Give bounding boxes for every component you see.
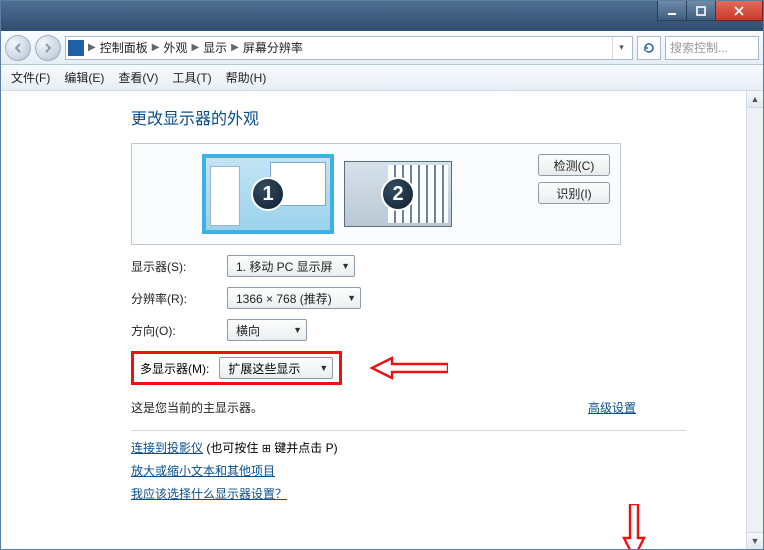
- display-value: 1. 移动 PC 显示屏: [236, 258, 333, 275]
- breadcrumb-item[interactable]: 显示: [203, 39, 227, 56]
- scrollbar[interactable]: ▲ ▼: [746, 91, 763, 549]
- content-area: 更改显示器的外观 1 2 检测(C) 识别(I) 显示器(S):: [1, 91, 746, 549]
- arrow-right-icon: [42, 42, 54, 54]
- annotation-arrow-left-icon: [370, 356, 448, 380]
- which-setting-link[interactable]: 我应该选择什么显示器设置？: [131, 485, 746, 502]
- scroll-down-icon[interactable]: ▼: [747, 532, 763, 549]
- back-button[interactable]: [5, 35, 31, 61]
- control-panel-icon: [68, 40, 84, 56]
- menu-tools[interactable]: 工具(T): [172, 69, 211, 86]
- monitor-1-badge: 1: [251, 177, 285, 211]
- windows-key-icon: ⊞: [262, 443, 271, 455]
- menu-file[interactable]: 文件(F): [11, 69, 50, 86]
- resolution-label: 分辨率(R):: [131, 290, 213, 307]
- row-resolution: 分辨率(R): 1366 × 768 (推荐) ▼: [131, 287, 746, 309]
- chevron-right-icon: ▶: [231, 42, 239, 53]
- row-display: 显示器(S): 1. 移动 PC 显示屏 ▼: [131, 255, 746, 277]
- arrow-left-icon: [12, 42, 24, 54]
- display-combobox[interactable]: 1. 移动 PC 显示屏 ▼: [227, 255, 355, 277]
- resolution-value: 1366 × 768 (推荐): [236, 290, 332, 307]
- close-icon: [733, 5, 745, 17]
- breadcrumb-item[interactable]: 外观: [163, 39, 187, 56]
- multi-display-value: 扩展这些显示: [228, 360, 300, 377]
- multi-display-combobox[interactable]: 扩展这些显示 ▼: [219, 357, 333, 379]
- menu-help[interactable]: 帮助(H): [226, 69, 267, 86]
- refresh-icon: [642, 41, 656, 55]
- advanced-settings-link[interactable]: 高级设置: [588, 399, 636, 416]
- display-label: 显示器(S):: [131, 258, 213, 275]
- primary-display-text: 这是您当前的主显示器。: [131, 399, 263, 416]
- resolution-combobox[interactable]: 1366 × 768 (推荐) ▼: [227, 287, 361, 309]
- projector-link[interactable]: 连接到投影仪: [131, 441, 203, 455]
- identify-button[interactable]: 识别(I): [538, 182, 610, 204]
- chevron-right-icon: ▶: [191, 42, 199, 53]
- close-button[interactable]: [715, 1, 763, 21]
- titlebar: [1, 1, 763, 31]
- address-dropdown[interactable]: ▾: [612, 37, 630, 59]
- orientation-label: 方向(O):: [131, 322, 213, 339]
- chevron-right-icon: ▶: [88, 42, 96, 53]
- projector-hint-b: 键并点击 P): [274, 441, 337, 455]
- refresh-button[interactable]: [637, 36, 661, 60]
- minimize-button[interactable]: [657, 1, 687, 21]
- breadcrumb-item[interactable]: 屏幕分辨率: [243, 39, 303, 56]
- orientation-combobox[interactable]: 横向 ▼: [227, 319, 307, 341]
- navbar: ▶ 控制面板 ▶ 外观 ▶ 显示 ▶ 屏幕分辨率 ▾ 搜索控制...: [1, 31, 763, 65]
- minimize-icon: [666, 5, 678, 17]
- window-frame: ▶ 控制面板 ▶ 外观 ▶ 显示 ▶ 屏幕分辨率 ▾ 搜索控制... 文件(F)…: [0, 0, 764, 550]
- forward-button[interactable]: [35, 35, 61, 61]
- scroll-up-icon[interactable]: ▲: [747, 91, 763, 108]
- search-placeholder: 搜索控制...: [670, 39, 728, 56]
- menu-edit[interactable]: 编辑(E): [64, 69, 104, 86]
- projector-hint-a: (也可按住: [206, 441, 261, 455]
- monitor-2[interactable]: 2: [344, 161, 452, 227]
- preview-side-buttons: 检测(C) 识别(I): [538, 154, 610, 204]
- display-preview: 1 2 检测(C) 识别(I): [131, 143, 621, 245]
- scroll-track[interactable]: [747, 108, 763, 532]
- separator: [131, 430, 686, 431]
- search-input[interactable]: 搜索控制...: [665, 36, 759, 60]
- chevron-down-icon: ▼: [347, 293, 356, 303]
- chevron-down-icon: ▼: [293, 325, 302, 335]
- multi-display-label: 多显示器(M):: [140, 360, 209, 377]
- chevron-down-icon: ▼: [319, 363, 328, 373]
- text-size-link[interactable]: 放大或缩小文本和其他项目: [131, 462, 746, 479]
- orientation-value: 横向: [236, 322, 260, 339]
- preview-window-icon: [210, 166, 240, 226]
- detect-button[interactable]: 检测(C): [538, 154, 610, 176]
- monitor-2-badge: 2: [381, 177, 415, 211]
- menubar: 文件(F) 编辑(E) 查看(V) 工具(T) 帮助(H): [1, 65, 763, 91]
- monitor-1[interactable]: 1: [202, 154, 334, 234]
- maximize-icon: [695, 5, 707, 17]
- row-orientation: 方向(O): 横向 ▼: [131, 319, 746, 341]
- page-title: 更改显示器的外观: [131, 105, 746, 129]
- highlight-multi-display: 多显示器(M): 扩展这些显示 ▼: [131, 351, 342, 385]
- content-wrap: 更改显示器的外观 1 2 检测(C) 识别(I) 显示器(S):: [1, 91, 763, 549]
- annotation-arrow-down-icon: [622, 504, 646, 549]
- maximize-button[interactable]: [686, 1, 716, 21]
- chevron-down-icon: ▼: [341, 261, 350, 271]
- menu-view[interactable]: 查看(V): [118, 69, 158, 86]
- breadcrumb-item[interactable]: 控制面板: [100, 39, 148, 56]
- address-bar[interactable]: ▶ 控制面板 ▶ 外观 ▶ 显示 ▶ 屏幕分辨率 ▾: [65, 36, 633, 60]
- chevron-right-icon: ▶: [152, 42, 160, 53]
